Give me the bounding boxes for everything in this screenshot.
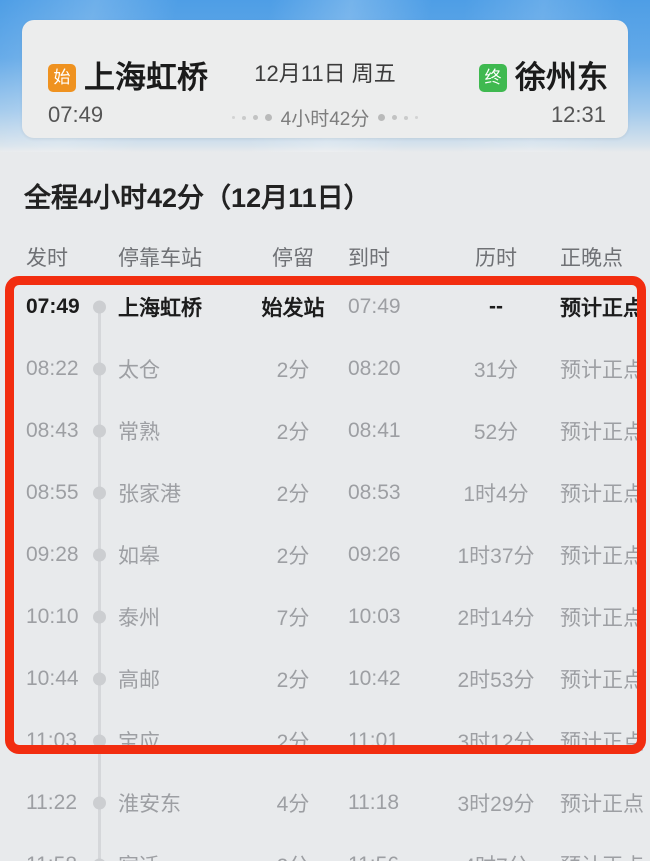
cell-station-name: 高邮 [118, 669, 160, 692]
cell-status: 预计正点 [560, 669, 644, 692]
destination-badge-icon: 终 [479, 64, 507, 92]
cell-depart-time: 11:22 [26, 791, 77, 814]
cell-elapsed-time: 4时7分 [440, 850, 552, 861]
table-row[interactable]: 11:22 淮安东 4分 11:18 3时29分 预计正点 [0, 772, 650, 834]
table-body: 07:49 上海虹桥 始发站 07:49 -- 预计正点 08:22 太仓 2分 08:20 31分… [0, 276, 650, 861]
trip-duration-row: 4小时42分 [22, 104, 628, 131]
cell-status: 预计正点 [560, 297, 644, 320]
cell-status: 预计正点 [560, 850, 644, 861]
table-row[interactable]: 10:44 高邮 2分 10:42 2时53分 预计正点 [0, 648, 650, 710]
cell-stop-duration: 7分 [276, 607, 310, 630]
table-row[interactable]: 09:28 如皋 2分 09:26 1时37分 预计正点 [0, 524, 650, 586]
column-header-elapsed: 历时 [475, 247, 517, 270]
destination-arrive-time: 12:31 [550, 102, 606, 127]
cell-stop-duration: 2分 [246, 850, 340, 861]
cell-status: 预计正点 [560, 545, 644, 568]
cell-status: 预计正点 [560, 421, 644, 444]
cell-arrive-time: 10:42 [348, 667, 401, 690]
cell-depart-time: 08:22 [26, 357, 79, 380]
cell-station-name: 泰州 [118, 607, 160, 630]
cell-arrive-time: 08:53 [348, 481, 401, 504]
cell-elapsed-time: 2时14分 [457, 607, 535, 630]
cell-elapsed-time: 52分 [473, 421, 519, 444]
cell-arrive-time: 09:26 [348, 543, 401, 566]
origin-depart-time: 07:49 [48, 102, 104, 127]
table-row[interactable]: 10:10 泰州 7分 10:03 2时14分 预计正点 [0, 586, 650, 648]
stop-schedule-table: 发时 停靠车站 停留 到时 历时 正晚点 07:49 上海虹桥 始发站 07:49 --… [0, 238, 650, 861]
cell-depart-time: 11:03 [26, 729, 77, 752]
table-row[interactable]: 08:55 张家港 2分 08:53 1时4分 预计正点 [0, 462, 650, 524]
cell-stop-duration: 2分 [276, 359, 310, 382]
cell-stop-duration: 2分 [276, 421, 310, 444]
column-header-station: 停靠车站 [118, 247, 202, 270]
cell-elapsed-time: 3时12分 [457, 731, 535, 754]
cell-station-name: 上海虹桥 [118, 297, 202, 320]
cell-arrive-time: 08:41 [348, 419, 401, 442]
cell-stop-duration: 4分 [276, 793, 310, 816]
cell-station-name: 淮安东 [118, 793, 181, 816]
cell-station-name: 太仓 [118, 359, 160, 382]
cell-depart-time: 10:44 [26, 667, 79, 690]
cell-station-name: 张家港 [118, 483, 181, 506]
table-row[interactable]: 07:49 上海虹桥 始发站 07:49 -- 预计正点 [0, 276, 650, 338]
dots-left-icon [231, 114, 272, 121]
table-row[interactable]: 08:43 常熟 2分 08:41 52分 预计正点 [0, 400, 650, 462]
cell-station-name: 如皋 [118, 545, 160, 568]
cell-stop-duration: 2分 [276, 483, 310, 506]
dots-right-icon [378, 114, 419, 121]
cell-stop-duration: 2分 [276, 669, 310, 692]
destination-station-group: 终徐州东 [479, 52, 608, 97]
cell-arrive-time: 10:03 [348, 605, 401, 628]
cell-depart-time: 09:28 [26, 543, 79, 566]
cell-elapsed-time: 2时53分 [457, 669, 535, 692]
cell-depart-time: 08:55 [26, 481, 79, 504]
cell-elapsed-time: -- [489, 295, 503, 318]
cell-status: 预计正点 [560, 731, 644, 754]
table-row[interactable]: 08:22 太仓 2分 08:20 31分 预计正点 [0, 338, 650, 400]
trip-summary-card[interactable]: 始上海虹桥 12月11日 周五 终徐州东 4小时42分 07:49 12:31 [22, 20, 628, 138]
cell-stop-duration: 2分 [276, 731, 310, 754]
column-header-stop: 停留 [272, 247, 314, 270]
column-header-status: 正晚点 [560, 247, 623, 270]
table-row[interactable]: 11:03 宝应 2分 11:01 3时12分 预计正点 [0, 710, 650, 772]
cell-status: 预计正点 [560, 607, 644, 630]
column-header-depart: 发时 [26, 247, 68, 270]
cell-arrive-time: 11:18 [348, 791, 399, 814]
cell-arrive-time: 07:49 [348, 295, 401, 318]
page-title: 全程4小时42分（12月11日） [24, 183, 371, 213]
cell-depart-time: 10:10 [26, 605, 79, 628]
cell-station-name: 宿迁 [118, 850, 238, 861]
table-header-row: 发时 停靠车站 停留 到时 历时 正晚点 [0, 238, 650, 276]
cell-arrive-time: 11:01 [348, 729, 399, 752]
cell-status: 预计正点 [560, 483, 644, 506]
cell-arrive-time: 11:56 [348, 853, 426, 861]
cell-depart-time: 07:49 [26, 295, 80, 318]
trip-duration-label: 4小时42分 [280, 109, 370, 130]
destination-station-name: 徐州东 [515, 60, 608, 95]
table-row[interactable]: 11:58 宿迁 2分 11:56 4时7分预计正点 [0, 834, 650, 861]
cell-station-name: 宝应 [118, 731, 160, 754]
cell-stop-duration: 始发站 [261, 297, 325, 320]
cell-elapsed-time: 1时37分 [457, 545, 535, 568]
column-header-arrive: 到时 [348, 247, 390, 270]
cell-elapsed-time: 1时4分 [463, 483, 529, 506]
schedule-panel: 全程4小时42分（12月11日） 发时 停靠车站 停留 到时 历时 正晚点 07… [0, 152, 650, 861]
cell-station-name: 常熟 [118, 421, 160, 444]
cell-status: 预计正点 [560, 359, 644, 382]
cell-elapsed-time: 31分 [473, 359, 519, 382]
cell-elapsed-time: 3时29分 [457, 793, 535, 816]
cell-stop-duration: 2分 [276, 545, 310, 568]
cell-depart-time: 11:58 [26, 853, 104, 861]
cell-depart-time: 08:43 [26, 419, 79, 442]
cell-status: 预计正点 [560, 793, 644, 816]
cell-arrive-time: 08:20 [348, 357, 401, 380]
